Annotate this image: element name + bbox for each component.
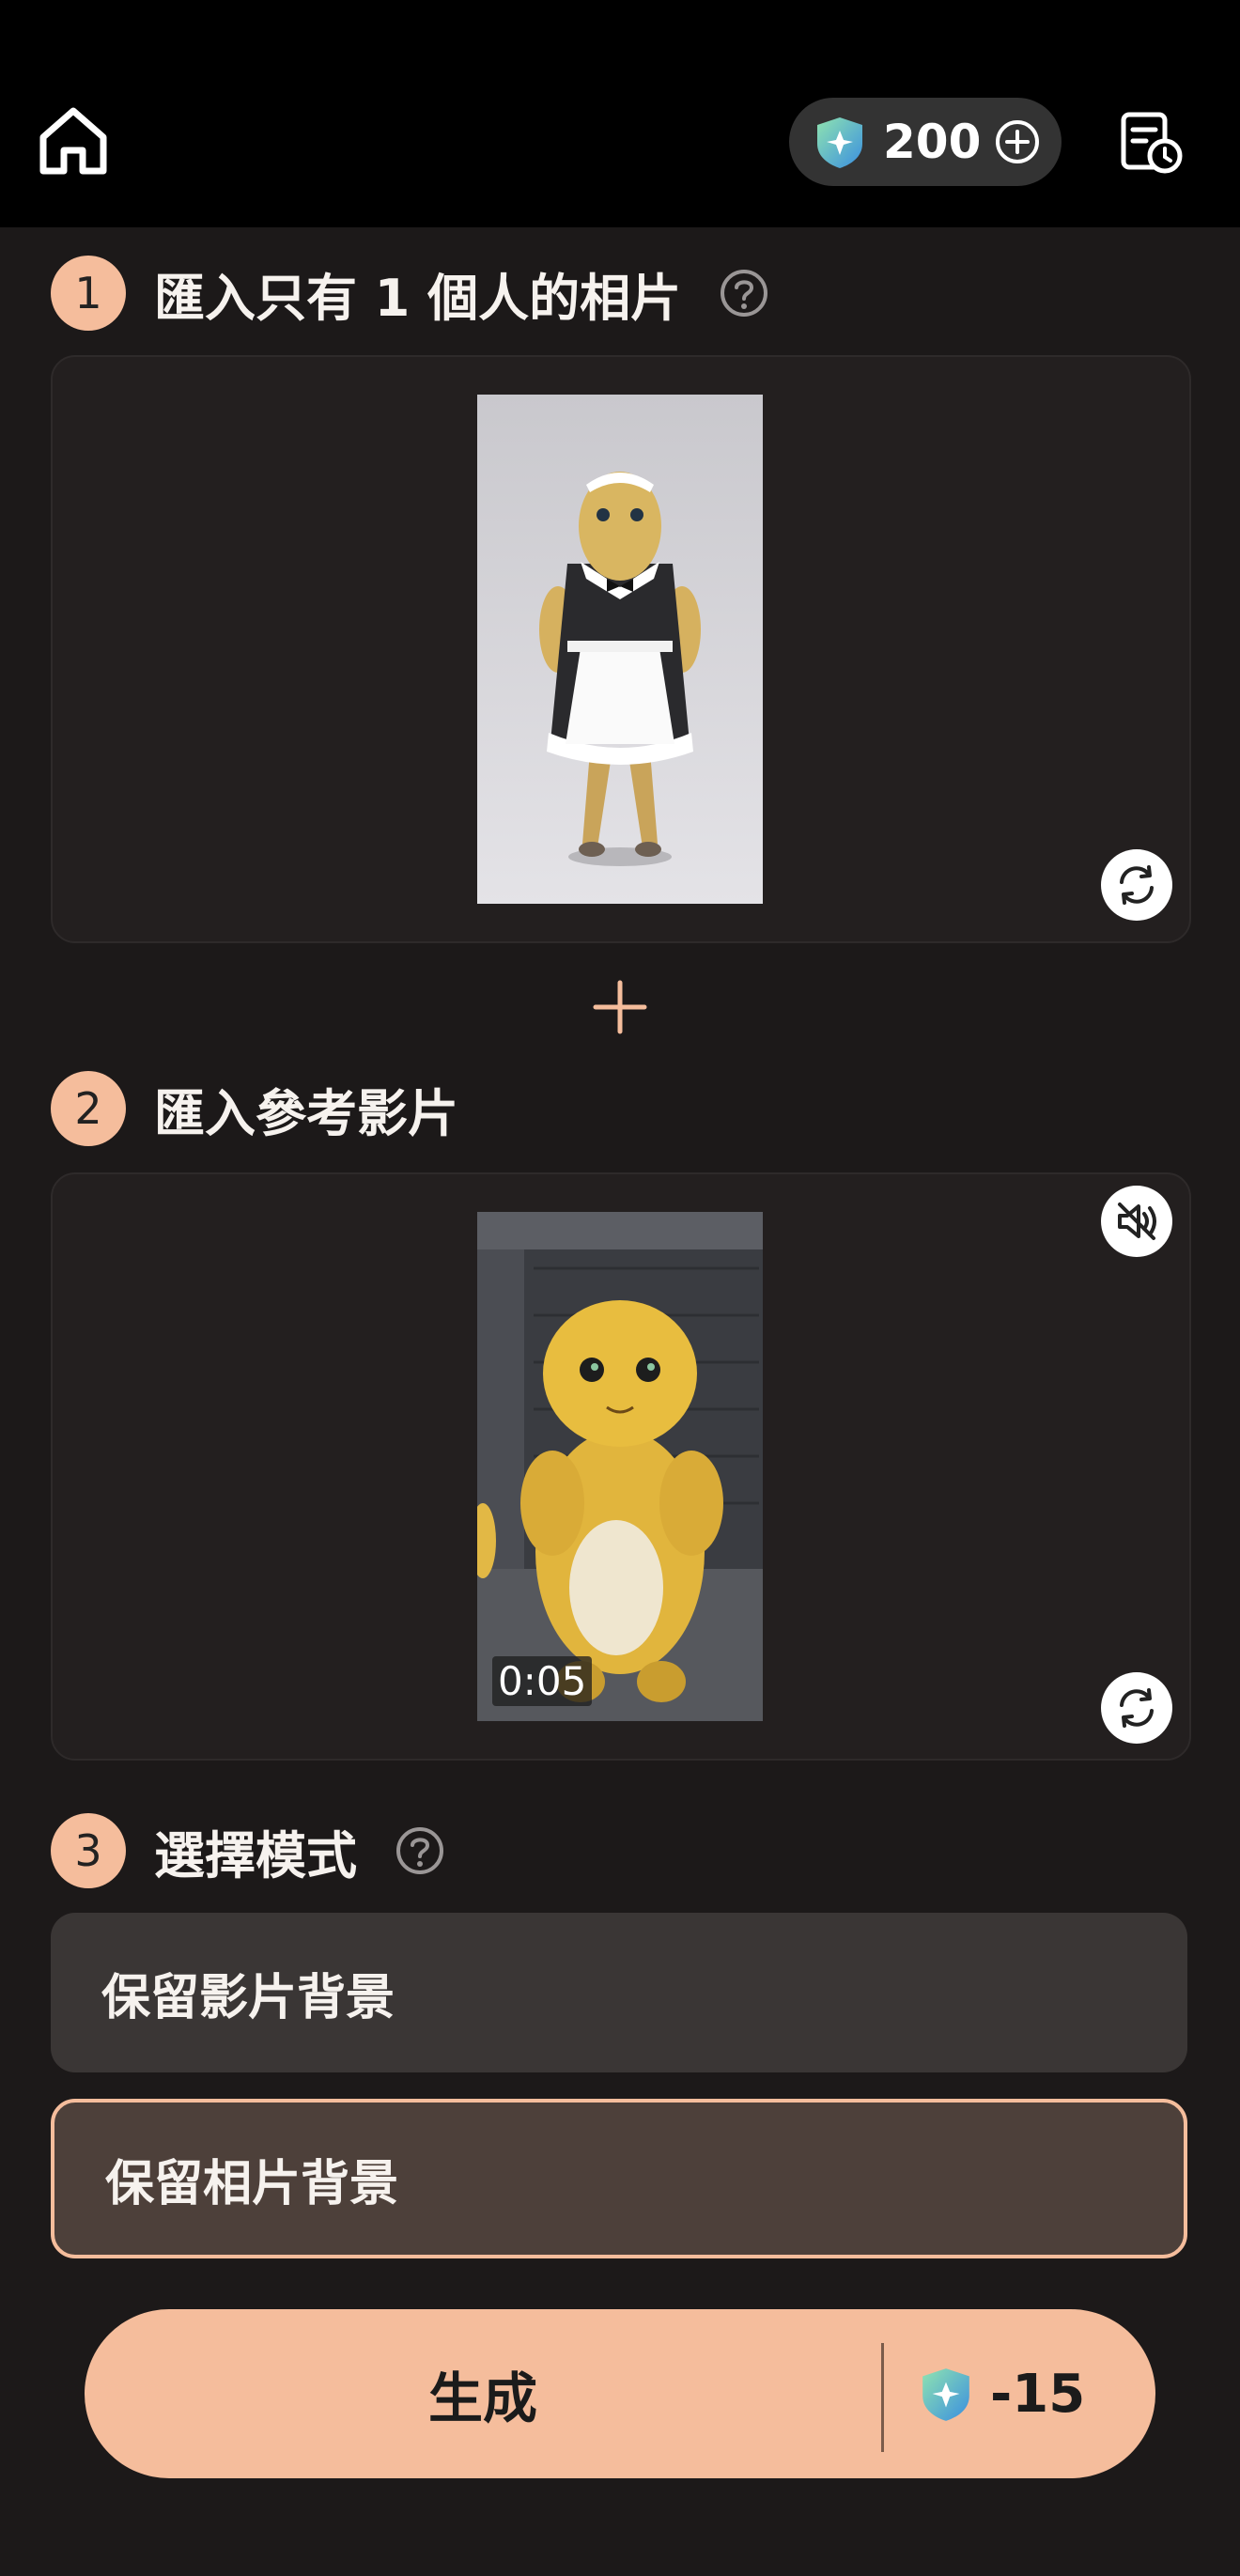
cost-value: -15 (990, 2363, 1086, 2425)
mute-icon (1118, 1203, 1156, 1240)
mute-button[interactable] (1101, 1186, 1172, 1257)
step-3-header: 3 選擇模式 (51, 1813, 445, 1888)
video-frame (477, 1212, 763, 1721)
help-icon[interactable] (719, 268, 769, 318)
gem-icon (817, 117, 862, 168)
photo-thumbnail (477, 395, 763, 904)
photo-upload-card[interactable] (51, 355, 1191, 943)
refresh-icon (1120, 1688, 1154, 1728)
gem-icon (922, 2368, 969, 2421)
divider (881, 2343, 884, 2452)
history-icon[interactable] (1118, 109, 1184, 175)
step-1-header: 1 匯入只有 1 個人的相片 (51, 256, 769, 331)
home-icon[interactable] (36, 103, 111, 178)
plus-circle-icon[interactable] (994, 118, 1041, 165)
mode-keep-video-background[interactable]: 保留影片背景 (51, 1913, 1187, 2072)
mode-keep-photo-background[interactable]: 保留相片背景 (51, 2099, 1187, 2258)
step-title: 選擇模式 (154, 1825, 357, 1885)
mode-label: 保留相片背景 (105, 2155, 399, 2212)
credit-balance: 200 (883, 115, 982, 169)
mode-label: 保留影片背景 (101, 1969, 395, 2026)
video-duration: 0:05 (492, 1656, 593, 1706)
replace-video-button[interactable] (1101, 1672, 1172, 1744)
generate-button[interactable]: 生成 -15 (85, 2309, 1155, 2478)
refresh-icon (1120, 865, 1154, 905)
generate-cost: -15 (917, 2309, 1085, 2478)
step-number: 3 (51, 1813, 126, 1888)
step-number: 2 (51, 1071, 126, 1146)
step-number: 1 (51, 256, 126, 331)
help-icon[interactable] (395, 1825, 445, 1876)
top-bar: 200 (0, 0, 1240, 227)
credits-pill[interactable]: 200 (789, 98, 1062, 186)
video-upload-card[interactable]: 0:05 (51, 1172, 1191, 1761)
step-title: 匯入參考影片 (154, 1083, 458, 1143)
generate-label: 生成 (427, 2367, 537, 2430)
step-2-header: 2 匯入參考影片 (51, 1071, 458, 1146)
step-title: 匯入只有 1 個人的相片 (154, 268, 682, 328)
plus-icon (593, 980, 647, 1034)
replace-photo-button[interactable] (1101, 849, 1172, 921)
video-thumbnail[interactable]: 0:05 (477, 1212, 763, 1721)
